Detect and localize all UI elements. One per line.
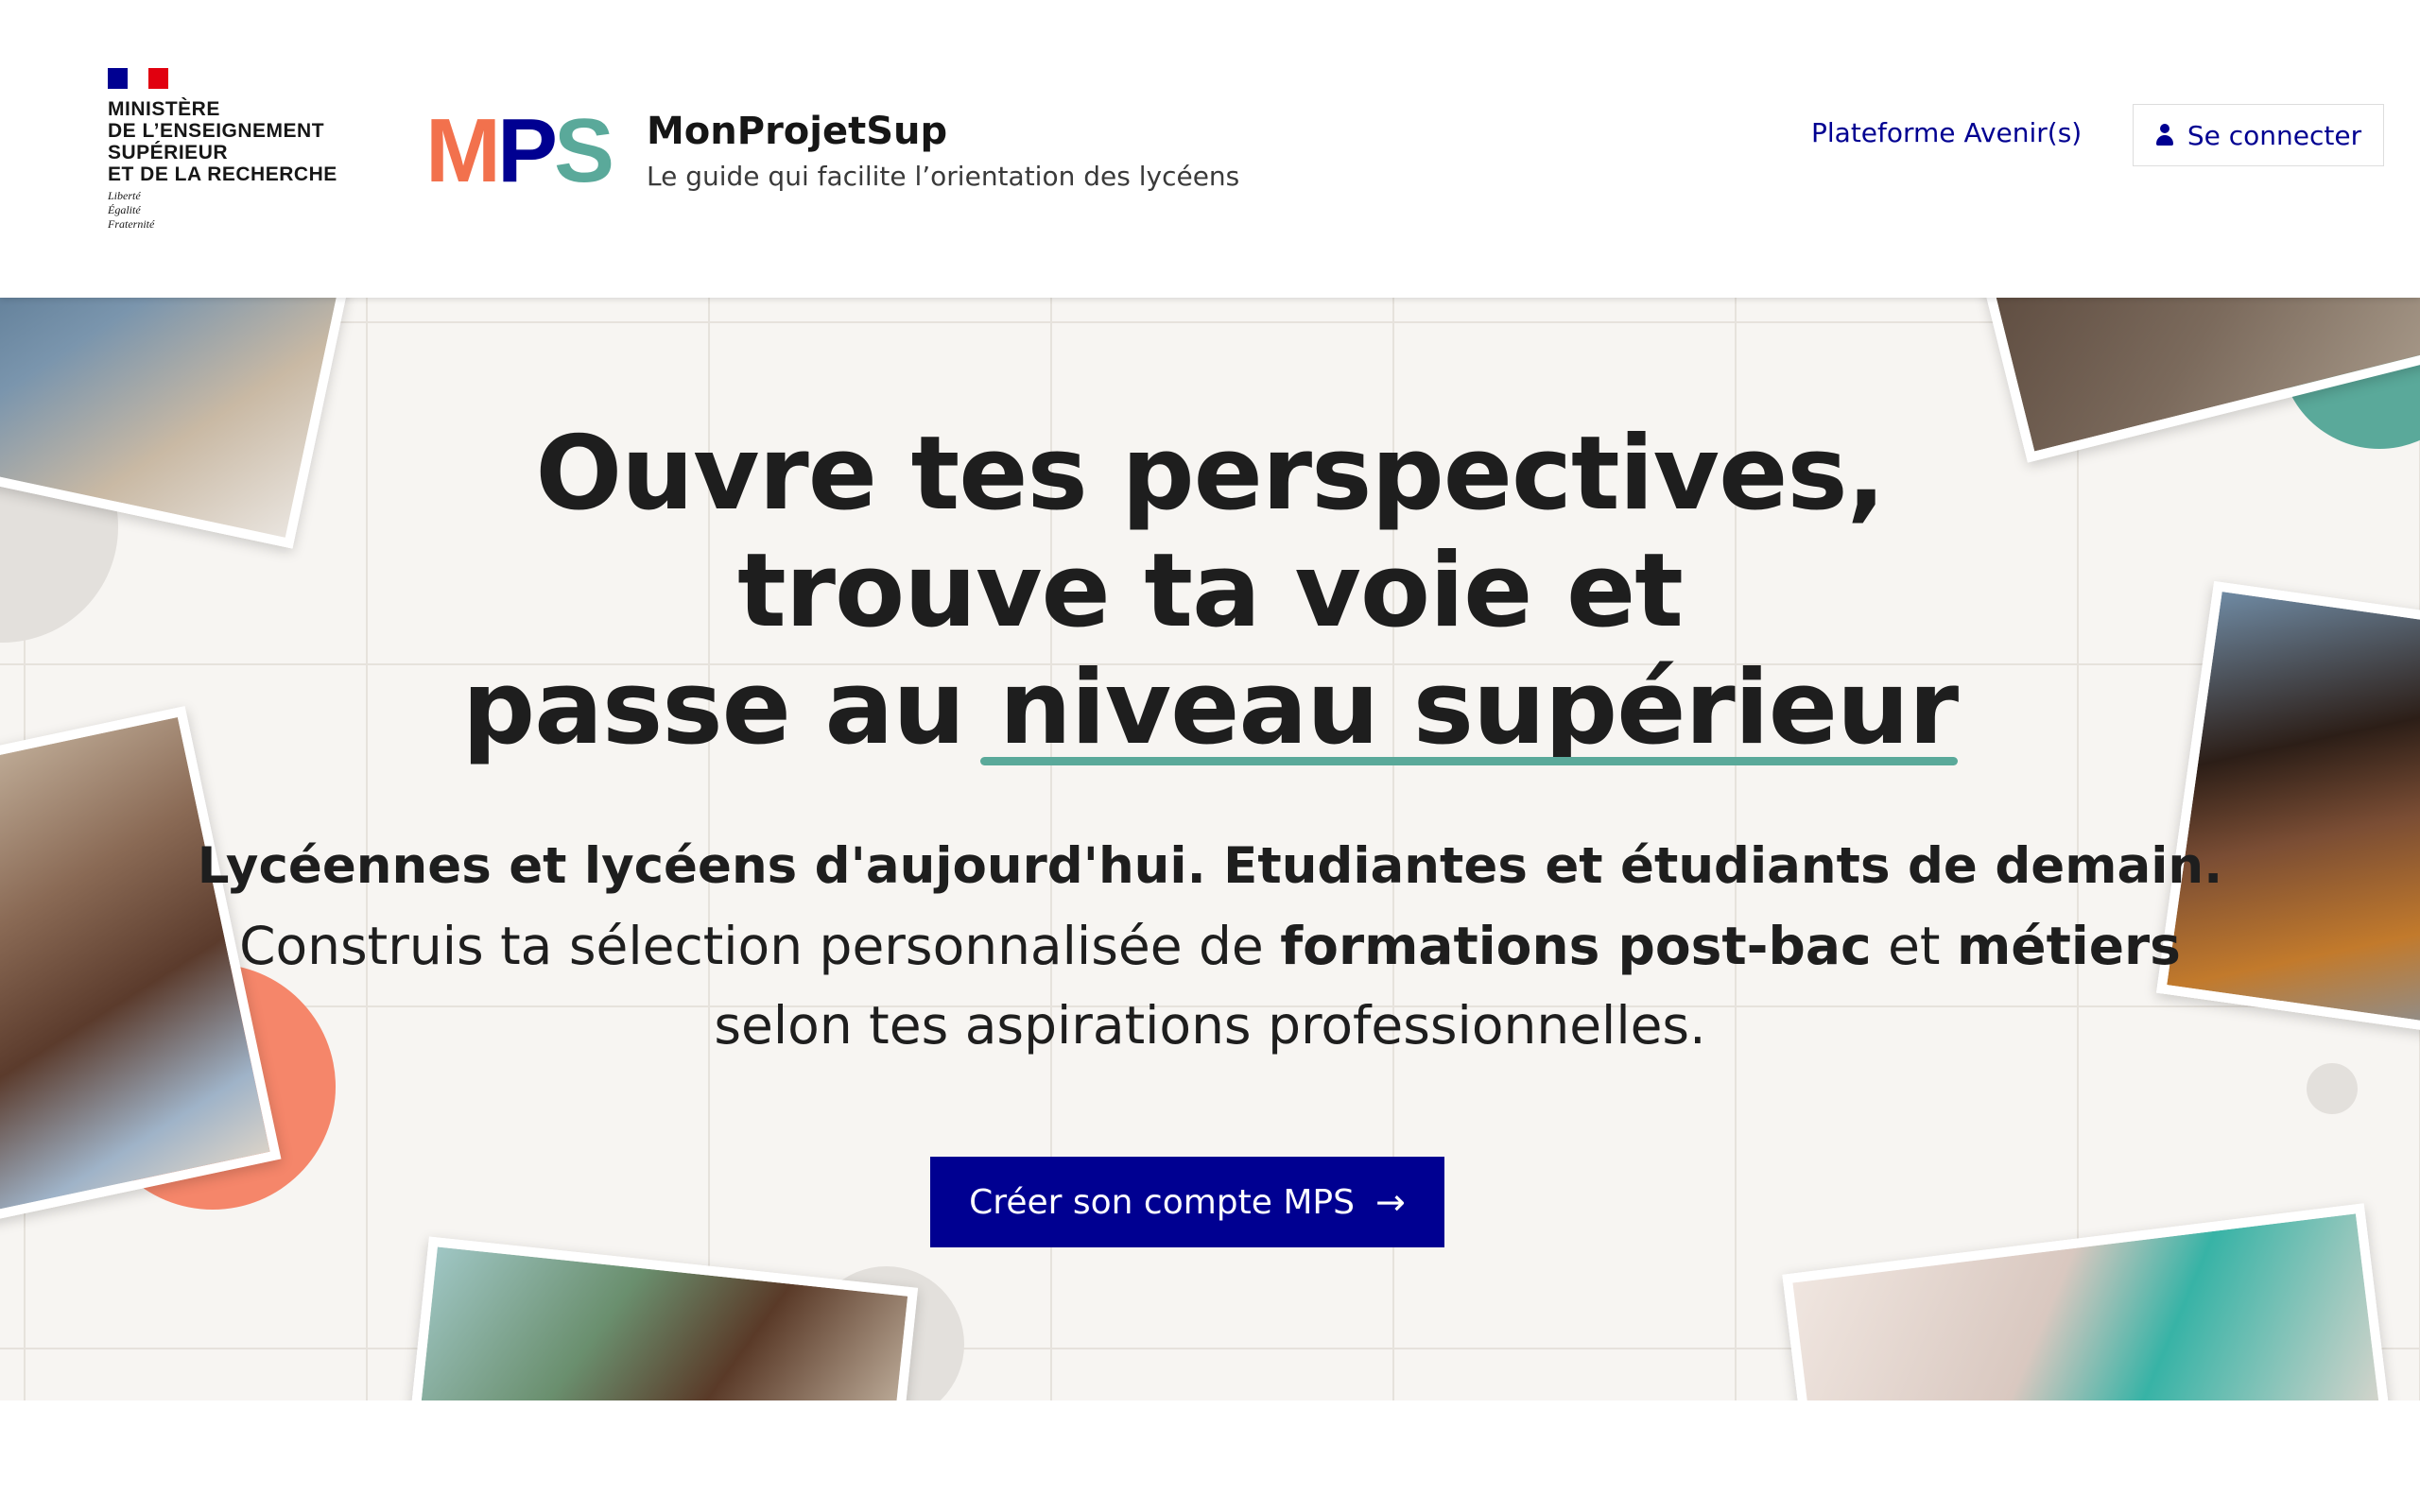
site-name: MonProjetSup bbox=[647, 110, 948, 153]
ministry-logo[interactable]: Ministère de l’enseignement supérieur et… bbox=[108, 68, 354, 238]
cta-label: Créer son compte MPS bbox=[969, 1182, 1355, 1222]
student-photo-bottom-right bbox=[1782, 1203, 2396, 1400]
hero-headline: Ouvre tes perspectives, trouve ta voie e… bbox=[0, 416, 2420, 767]
decor-circle-small-gray bbox=[2307, 1063, 2358, 1114]
ministry-line: et de la recherche bbox=[108, 163, 337, 185]
site-header: Ministère de l’enseignement supérieur et… bbox=[0, 0, 2420, 298]
ministry-line: de l’enseignement bbox=[108, 120, 325, 142]
french-flag-icon bbox=[108, 68, 168, 89]
ministry-line: Ministère bbox=[108, 98, 220, 120]
republic-motto: Liberté Égalité Fraternité bbox=[108, 189, 154, 232]
subtitle-line-2: Construis ta sélection personnalisée de … bbox=[0, 906, 2420, 986]
headline-line-3-start: passe au bbox=[461, 649, 999, 767]
login-button[interactable]: Se connecter bbox=[2133, 104, 2384, 166]
logo-letter-s: S bbox=[554, 100, 614, 201]
login-label: Se connecter bbox=[2187, 119, 2362, 151]
logo-letter-m: M bbox=[425, 100, 501, 201]
headline-highlight: niveau supérieur bbox=[979, 649, 1959, 767]
logo-letter-p: P bbox=[496, 100, 558, 201]
headline-line-3: passe au niveau supérieur bbox=[0, 650, 2420, 767]
headline-line-2: trouve ta voie et bbox=[737, 532, 1684, 650]
motto-line: Égalité bbox=[108, 203, 141, 216]
subtitle-line-1: Lycéennes et lycéens d'aujourd'hui. Etud… bbox=[197, 837, 2223, 895]
subtitle-text: et bbox=[1871, 916, 1957, 976]
subtitle-bold-formations: formations post-bac bbox=[1280, 916, 1872, 976]
ministry-line: supérieur bbox=[108, 142, 229, 163]
motto-line: Fraternité bbox=[108, 217, 155, 231]
arrow-right-icon: → bbox=[1374, 1181, 1406, 1223]
subtitle-line-3: selon tes aspirations professionnelles. bbox=[714, 995, 1706, 1056]
nav-link-avenirs[interactable]: Plateforme Avenir(s) bbox=[1811, 117, 2082, 148]
headline-line-1: Ouvre tes perspectives, bbox=[535, 415, 1885, 533]
site-tagline: Le guide qui facilite l’orientation des … bbox=[647, 161, 1240, 192]
hero-section: Ouvre tes perspectives, trouve ta voie e… bbox=[0, 298, 2420, 1400]
create-account-button[interactable]: Créer son compte MPS → bbox=[930, 1157, 1444, 1247]
student-photo-bottom-left bbox=[405, 1236, 919, 1400]
ministry-name: Ministère de l’enseignement supérieur et… bbox=[108, 98, 337, 185]
user-icon bbox=[2155, 124, 2174, 146]
subtitle-bold-metiers: métiers bbox=[1956, 916, 2181, 976]
hero-subtitle: Lycéennes et lycéens d'aujourd'hui. Etud… bbox=[0, 827, 2420, 1065]
page-bottom-area bbox=[0, 1400, 2420, 1512]
mps-logo[interactable]: MPS bbox=[425, 106, 614, 197]
subtitle-text: Construis ta sélection personnalisée de bbox=[239, 916, 1281, 976]
motto-line: Liberté bbox=[108, 189, 141, 202]
